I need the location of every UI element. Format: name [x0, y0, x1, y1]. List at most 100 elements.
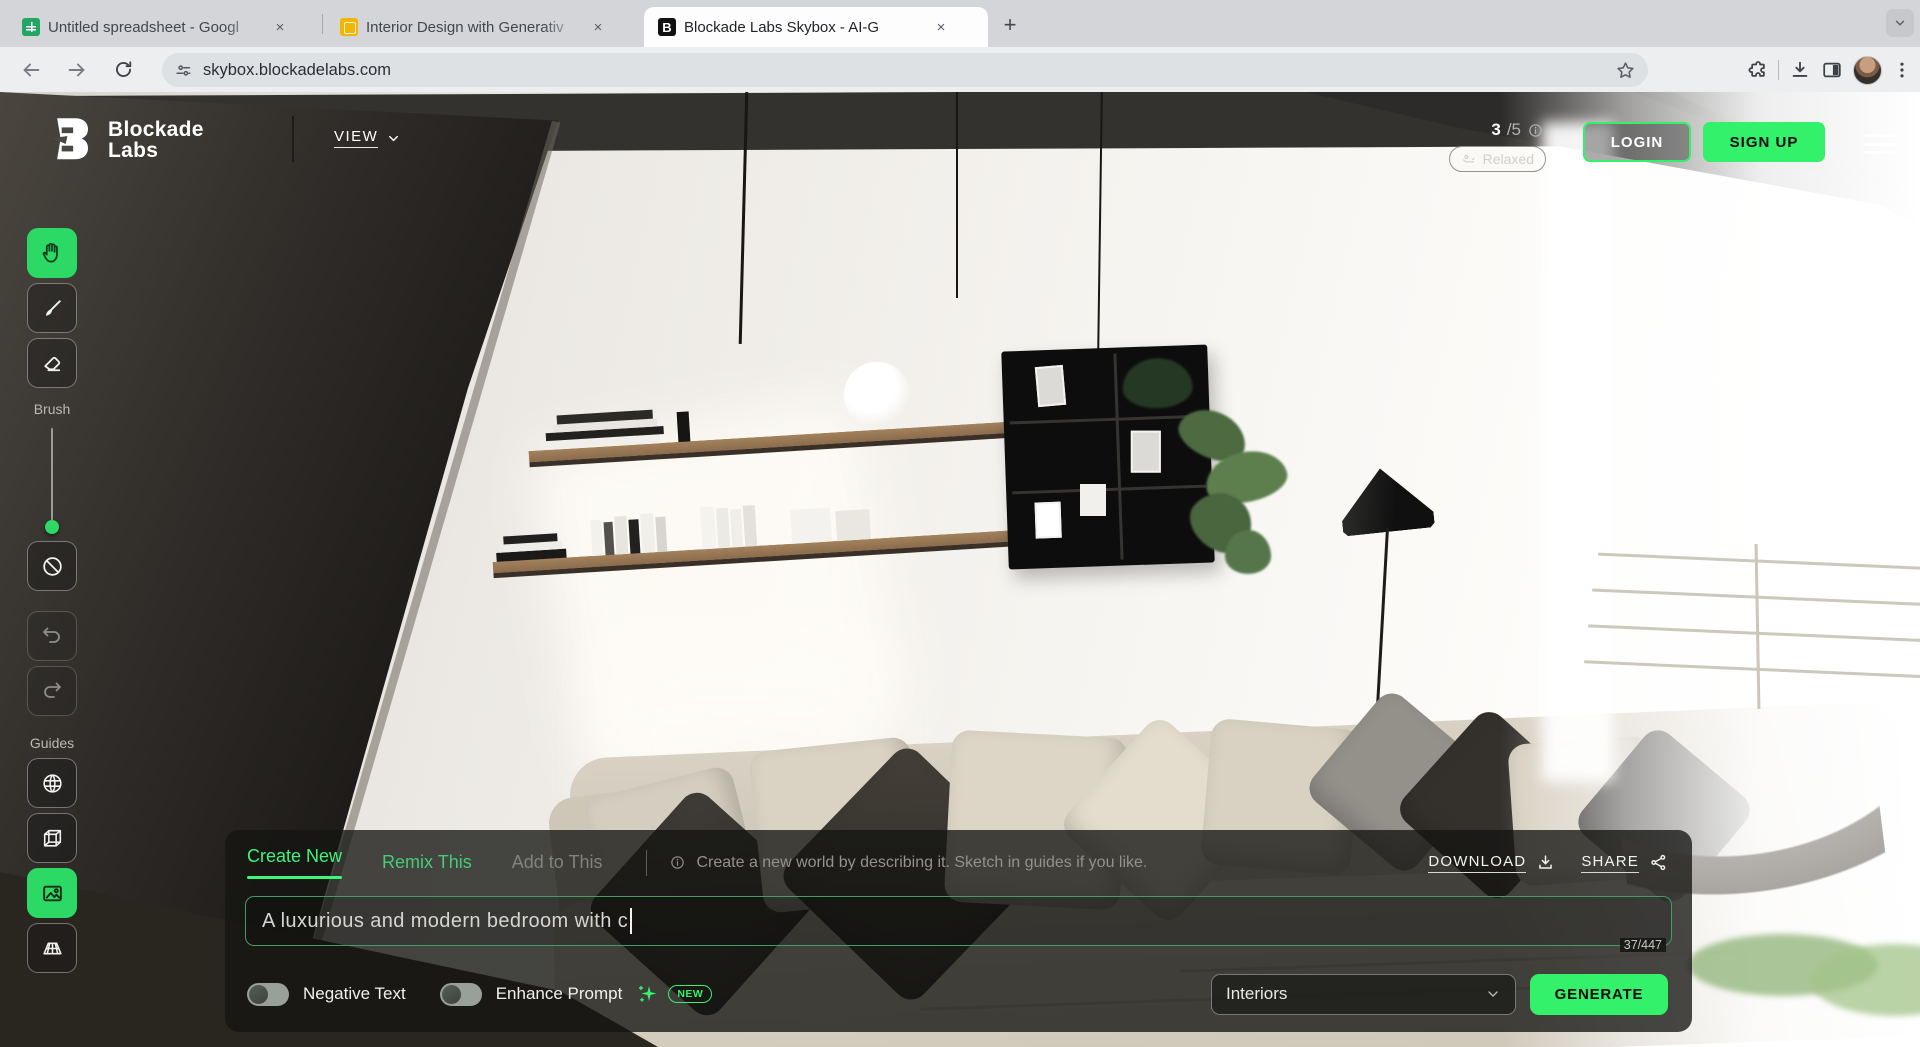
slider-thumb[interactable] [45, 520, 59, 534]
scene-box-shelf [1001, 344, 1214, 569]
chevron-down-icon [1485, 986, 1501, 1002]
profile-avatar[interactable] [1853, 56, 1882, 85]
toolbar-actions [1746, 52, 1912, 88]
image-icon [40, 881, 65, 906]
eraser-icon [40, 351, 65, 376]
view-label: VIEW [334, 128, 378, 148]
extensions-icon[interactable] [1746, 59, 1768, 81]
header-separator [292, 116, 294, 162]
tab-spreadsheet[interactable]: Untitled spreadsheet - Googl × [8, 7, 318, 47]
tab-create-new[interactable]: Create New [247, 846, 342, 879]
info-icon[interactable] [1527, 122, 1544, 139]
tab-title: Untitled spreadsheet - Googl [48, 19, 263, 36]
relaxed-mode-badge[interactable]: Relaxed [1449, 146, 1546, 172]
brush-size-label: Brush [34, 401, 71, 417]
side-panel-icon[interactable] [1821, 59, 1843, 81]
slash-circle-icon [40, 554, 65, 579]
slider-track [51, 428, 53, 524]
brush-size-slider[interactable] [27, 424, 77, 536]
tab-separator [322, 14, 323, 34]
browser-menu-dots-icon[interactable] [1892, 60, 1912, 80]
google-slides-favicon [340, 18, 358, 36]
share-button[interactable]: SHARE [1581, 853, 1668, 873]
new-badge: NEW [668, 985, 712, 1003]
brand-line1: Blockade [108, 119, 204, 140]
style-controls: Interiors GENERATE [1211, 974, 1668, 1015]
download-button[interactable]: DOWNLOAD [1428, 853, 1555, 873]
close-tab-icon[interactable]: × [589, 18, 607, 36]
grid-guide-button[interactable] [27, 923, 77, 973]
downloads-icon[interactable] [1789, 59, 1811, 81]
sparkle-icon [636, 982, 660, 1006]
new-tab-button[interactable]: + [995, 10, 1025, 40]
share-icon [1649, 853, 1668, 872]
close-tab-icon[interactable]: × [271, 18, 289, 36]
hint-info-icon [669, 854, 686, 871]
image-guide-button[interactable] [27, 868, 77, 918]
char-counter: 37/447 [1620, 938, 1666, 952]
redo-icon [40, 679, 64, 703]
guides-label: Guides [30, 735, 74, 751]
enhance-prompt-toggle[interactable] [440, 983, 482, 1006]
close-tab-icon[interactable]: × [932, 18, 950, 36]
screen: Untitled spreadsheet - Googl × Interior … [0, 0, 1920, 1047]
login-button[interactable]: LOGIN [1583, 122, 1691, 162]
hamburger-menu-icon[interactable] [1864, 134, 1898, 154]
redo-button[interactable] [27, 666, 77, 716]
signup-button[interactable]: SIGN UP [1703, 122, 1825, 162]
prompt-text: A luxurious and modern bedroom with c [262, 910, 628, 933]
cube-guide-button[interactable] [27, 813, 77, 863]
prompt-input[interactable]: A luxurious and modern bedroom with c [245, 896, 1672, 946]
forward-icon[interactable] [60, 53, 94, 87]
tool-rail: Brush Guides [27, 228, 77, 973]
active-tab-underline [247, 876, 342, 879]
tab-add-to-this[interactable]: Add to This [512, 852, 603, 873]
view-menu[interactable]: VIEW [334, 128, 401, 148]
browser-tab-strip: Untitled spreadsheet - Googl × Interior … [0, 0, 1920, 47]
negative-text-toggle[interactable] [247, 983, 289, 1006]
credits-counter: 3/5 [1491, 120, 1544, 140]
undo-button[interactable] [27, 611, 77, 661]
tab-title: Interior Design with Generativ [366, 19, 581, 36]
undo-icon [40, 624, 64, 648]
tab-blockade-labs[interactable]: B Blockade Labs Skybox - AI-G × [644, 7, 988, 47]
tab-interior-design[interactable]: Interior Design with Generativ × [326, 7, 636, 47]
cube-icon [40, 826, 65, 851]
brush-tool-button[interactable] [27, 283, 77, 333]
tab-title: Blockade Labs Skybox - AI-G [684, 19, 924, 36]
browser-toolbar: skybox.blockadelabs.com [0, 47, 1920, 92]
reload-icon[interactable] [106, 53, 140, 87]
download-icon [1536, 853, 1555, 872]
style-value: Interiors [1226, 984, 1485, 1004]
globe-icon [40, 771, 65, 796]
pan-tool-button[interactable] [27, 228, 77, 278]
back-icon[interactable] [14, 53, 48, 87]
negative-text-label: Negative Text [303, 984, 406, 1004]
url-text: skybox.blockadelabs.com [203, 61, 1615, 80]
blockade-logo-icon [50, 116, 94, 164]
bookmark-star-icon[interactable] [1615, 60, 1636, 81]
hint-text: Create a new world by describing it. Ske… [696, 854, 1147, 872]
tab-remix-this[interactable]: Remix This [382, 852, 472, 873]
prompt-panel: Create New Remix This Add to This Create… [225, 830, 1692, 1032]
scene-plant-pot [1080, 484, 1106, 516]
scene-plant [1225, 530, 1271, 574]
blockade-labs-favicon: B [658, 18, 676, 36]
url-bar[interactable]: skybox.blockadelabs.com [162, 53, 1648, 87]
style-select[interactable]: Interiors [1211, 974, 1516, 1015]
tab-overflow-chevron-icon[interactable] [1886, 9, 1914, 37]
relaxed-label: Relaxed [1483, 151, 1534, 167]
site-header: Blockade Labs VIEW 3/5 Relaxed LOGIN SIG… [0, 92, 1920, 182]
google-sheets-favicon [22, 18, 40, 36]
blockade-labs-logo[interactable]: Blockade Labs [50, 116, 204, 164]
text-caret [630, 908, 632, 934]
generate-button[interactable]: GENERATE [1530, 974, 1668, 1015]
site-info-icon[interactable] [174, 61, 193, 80]
globe-guide-button[interactable] [27, 758, 77, 808]
clear-tool-button[interactable] [27, 541, 77, 591]
hint-separator [646, 850, 647, 876]
brush-icon [40, 296, 65, 321]
eraser-tool-button[interactable] [27, 338, 77, 388]
panel-tab-bar: Create New Remix This Add to This Create… [247, 846, 1668, 879]
hand-icon [39, 240, 65, 266]
